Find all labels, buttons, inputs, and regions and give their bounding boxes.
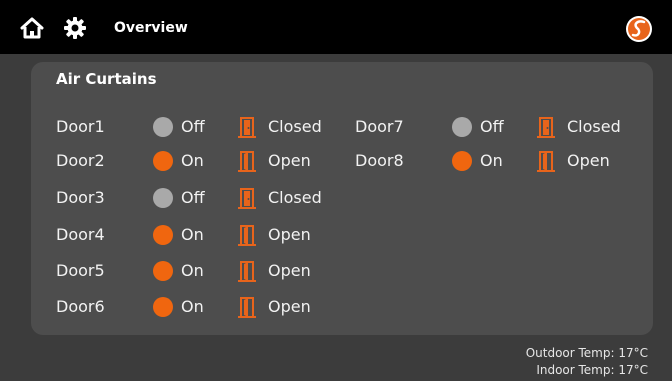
- door-state: Open: [268, 151, 311, 170]
- door-row: Door4 On Open: [56, 224, 356, 248]
- door-state: Closed: [268, 117, 322, 136]
- status-toggle[interactable]: [452, 117, 472, 137]
- status-label: On: [181, 297, 204, 316]
- door-icon: [238, 117, 256, 138]
- door-name: Door2: [56, 151, 105, 170]
- door-name: Door7: [355, 117, 404, 136]
- door-name: Door1: [56, 117, 105, 136]
- door-row: Door3 Off Closed: [56, 187, 356, 211]
- panel-title: Air Curtains: [56, 70, 157, 88]
- door-icon: [238, 188, 256, 209]
- status-toggle[interactable]: [153, 261, 173, 281]
- brand-logo: [626, 16, 652, 42]
- door-state: Open: [268, 297, 311, 316]
- door-row: Door5 On Open: [56, 260, 356, 284]
- status-toggle[interactable]: [153, 225, 173, 245]
- status-label: Off: [480, 117, 504, 136]
- status-label: Off: [181, 188, 205, 207]
- door-icon: [537, 117, 555, 138]
- status-toggle[interactable]: [452, 151, 472, 171]
- door-state: Open: [567, 151, 610, 170]
- door-name: Door3: [56, 188, 105, 207]
- status-label: Off: [181, 117, 205, 136]
- status-toggle[interactable]: [153, 117, 173, 137]
- door-name: Door5: [56, 261, 105, 280]
- door-icon: [238, 297, 256, 318]
- status-toggle[interactable]: [153, 188, 173, 208]
- door-icon: [238, 225, 256, 246]
- door-name: Door6: [56, 297, 105, 316]
- door-state: Open: [268, 225, 311, 244]
- status-label: On: [181, 225, 204, 244]
- status-toggle[interactable]: [153, 151, 173, 171]
- door-icon: [537, 151, 555, 172]
- door-row: Door6 On Open: [56, 296, 356, 320]
- door-row: Door2 On Open: [56, 150, 356, 174]
- status-label: On: [181, 151, 204, 170]
- status-label: On: [480, 151, 503, 170]
- door-icon: [238, 261, 256, 282]
- door-state: Closed: [268, 188, 322, 207]
- door-icon: [238, 151, 256, 172]
- door-state: Closed: [567, 117, 621, 136]
- status-toggle[interactable]: [153, 297, 173, 317]
- page-title: Overview: [114, 20, 188, 36]
- outdoor-temp: Outdoor Temp: 17°C: [525, 346, 648, 360]
- door-name: Door4: [56, 225, 105, 244]
- door-row: Door8 On Open: [355, 150, 655, 174]
- home-icon[interactable]: [20, 17, 44, 39]
- indoor-temp: Indoor Temp: 17°C: [536, 363, 648, 377]
- door-row: Door7 Off Closed: [355, 116, 655, 140]
- status-label: On: [181, 261, 204, 280]
- door-state: Open: [268, 261, 311, 280]
- air-curtains-panel: Air Curtains Door1 Off Closed Door2 On O…: [31, 62, 653, 335]
- gear-icon[interactable]: [63, 16, 87, 40]
- temperature-readout: Outdoor Temp: 17°C Indoor Temp: 17°C: [526, 345, 648, 379]
- top-bar: Overview: [0, 0, 672, 54]
- door-name: Door8: [355, 151, 404, 170]
- door-row: Door1 Off Closed: [56, 116, 356, 140]
